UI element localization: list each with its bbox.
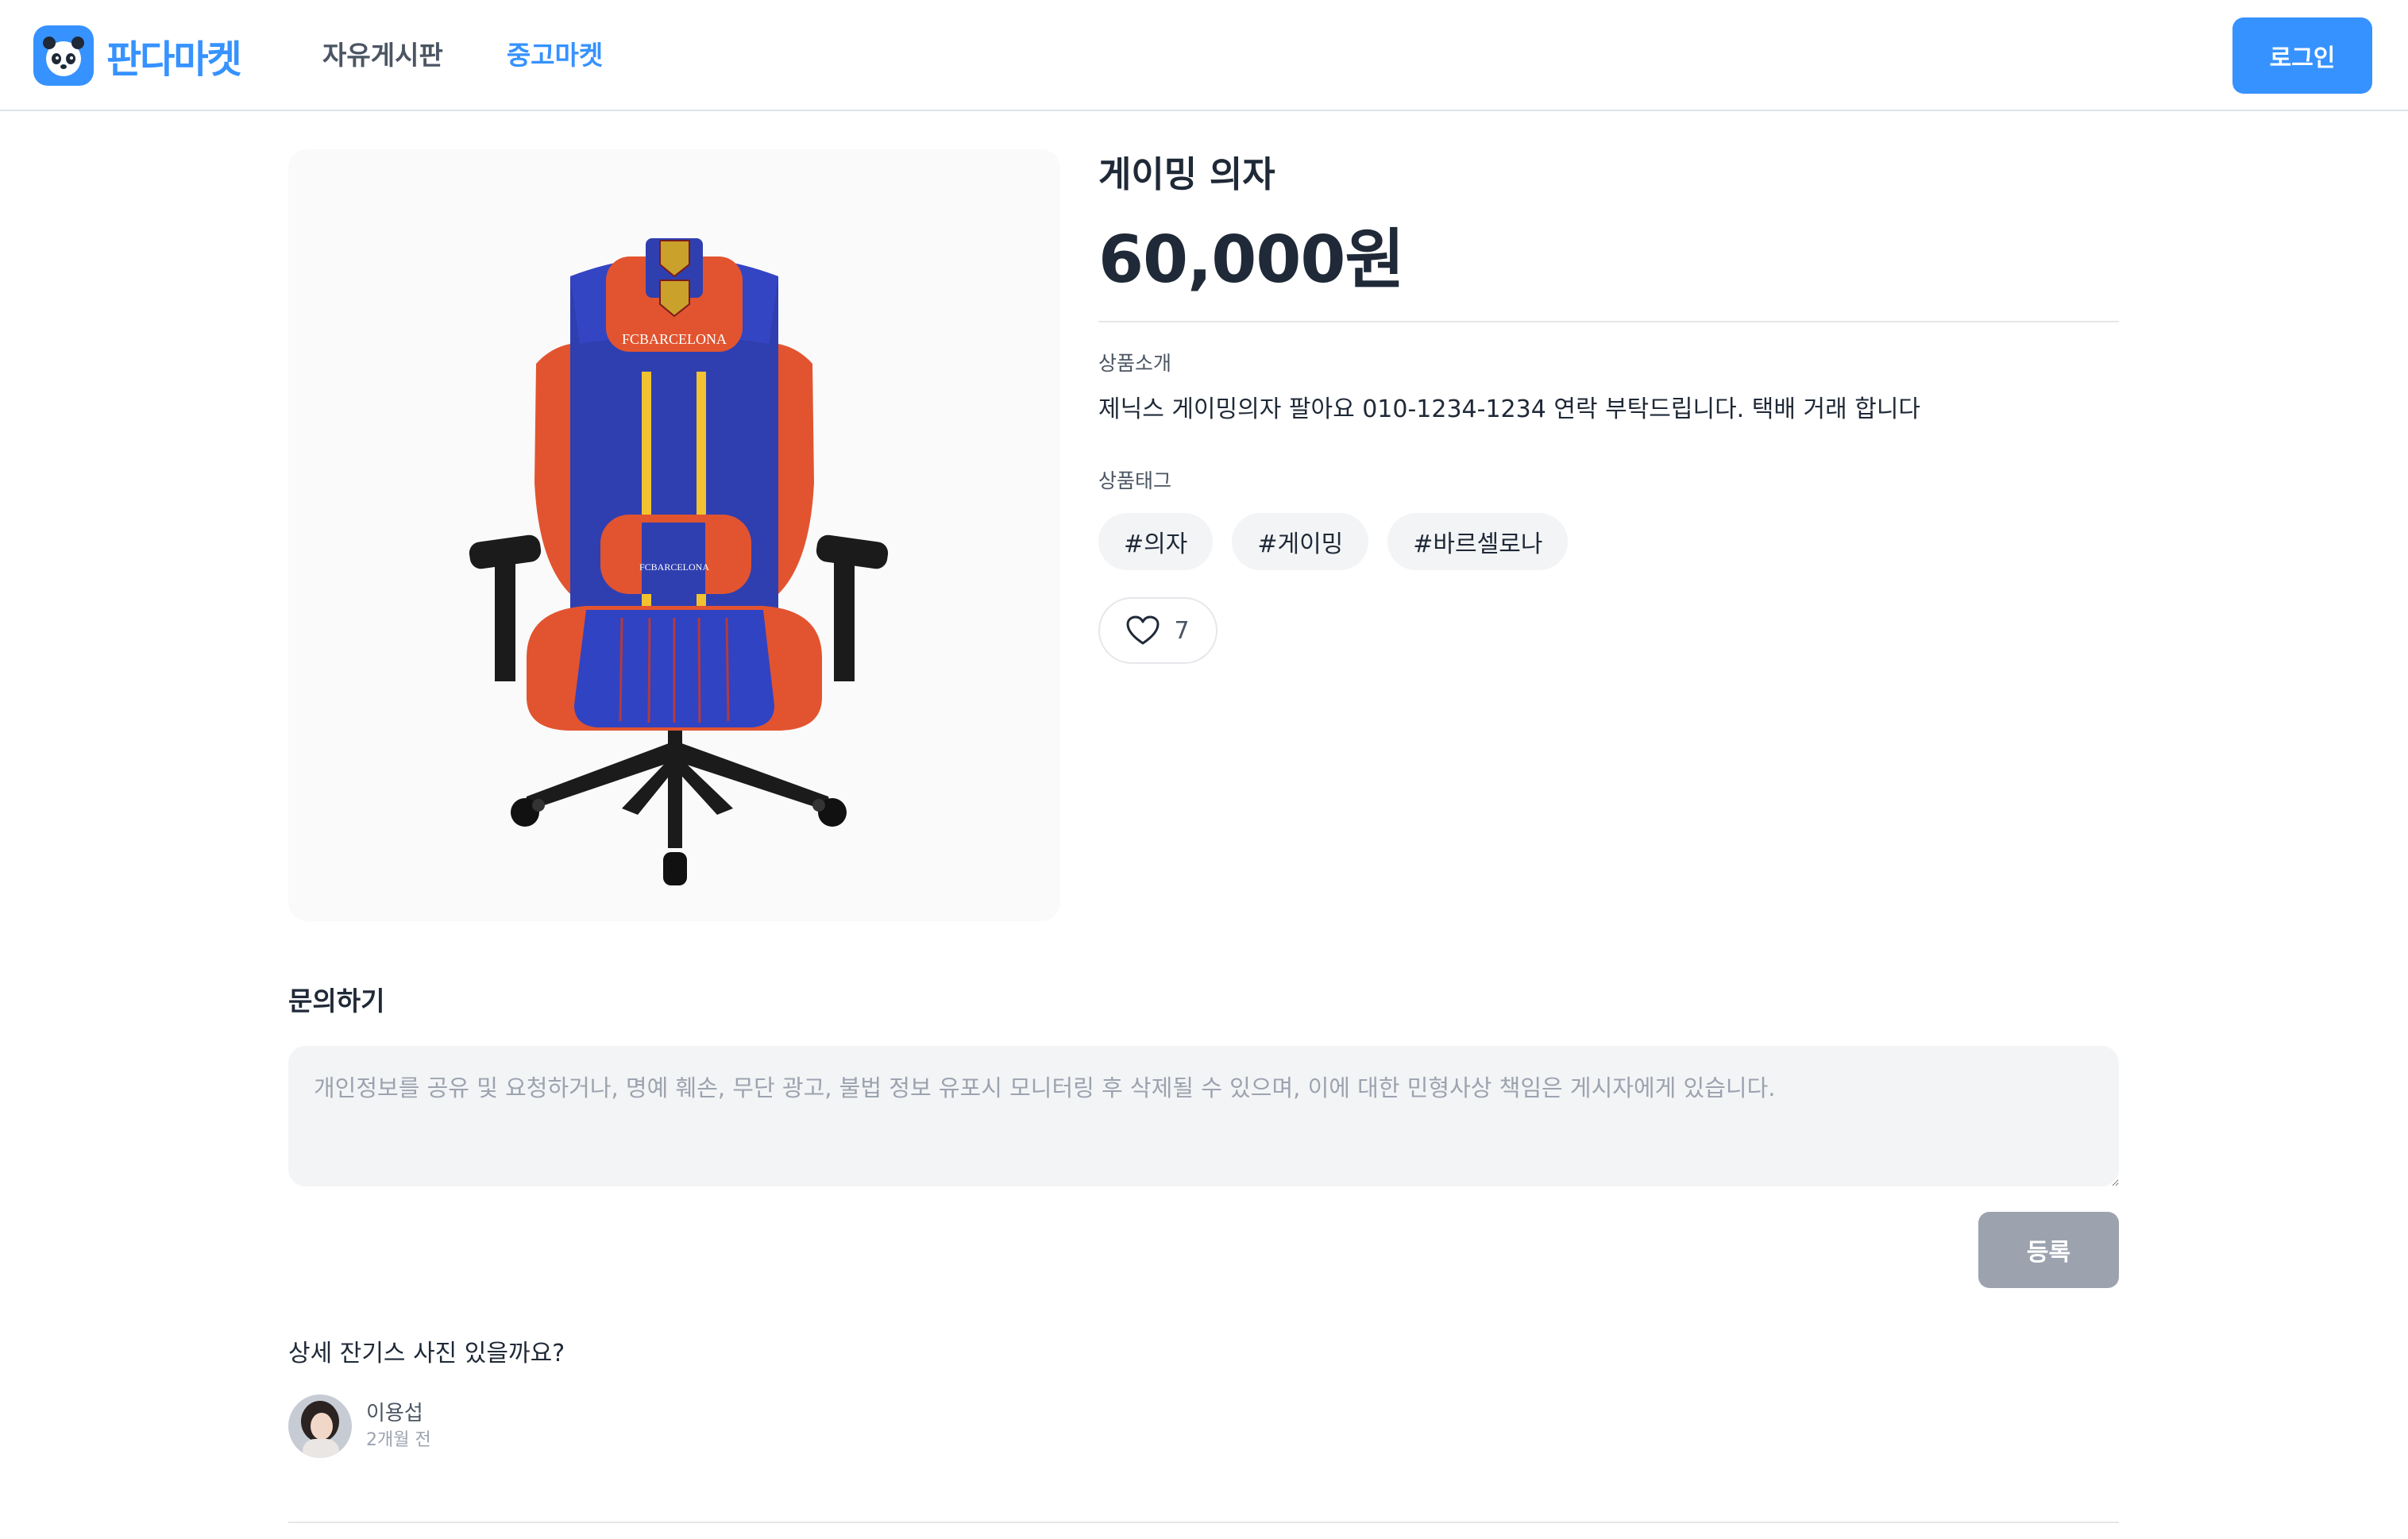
- product-title: 게이밍 의자: [1098, 153, 1275, 195]
- nav-free-board[interactable]: 자유게시판: [322, 32, 443, 79]
- divider: [1098, 321, 2119, 322]
- author-name: 이용섭: [366, 1402, 423, 1425]
- chair-lumbar-pillow: FCBARCELONA: [600, 515, 751, 594]
- author-meta: 이용섭 2개월 전: [366, 1399, 431, 1453]
- description-label: 상품소개: [1098, 352, 1172, 375]
- tag-chip: #바르셀로나: [1387, 513, 1569, 570]
- chair-seat: [527, 606, 822, 731]
- comment-time: 2개월 전: [366, 1430, 431, 1450]
- tags-label: 상품태그: [1098, 469, 1172, 492]
- main-nav: 자유게시판 중고마켓: [322, 32, 603, 79]
- heart-icon: [1126, 615, 1160, 645]
- product-image: FCBARCELONA FCBARCELONA: [288, 149, 1060, 921]
- favorite-count: 7: [1174, 616, 1190, 645]
- top-navigation-bar: 판다마켓 자유게시판 중고마켓 로그인: [0, 0, 2408, 111]
- comment-author: 이용섭 2개월 전: [288, 1394, 2119, 1458]
- chair-print-top: FCBARCELONA: [622, 331, 727, 347]
- panda-icon: [33, 25, 94, 86]
- tag-chip: #게이밍: [1232, 513, 1369, 570]
- login-button[interactable]: 로그인: [2232, 17, 2372, 94]
- favorite-button[interactable]: 7: [1098, 597, 1218, 664]
- divider: [288, 1522, 2119, 1523]
- nav-used-market[interactable]: 중고마켓: [507, 32, 603, 79]
- logo-text: 판다마켓: [106, 37, 242, 82]
- product-info: 게이밍 의자 60,000원 상품소개 제닉스 게이밍의자 팔아요 010-12…: [1098, 149, 2119, 664]
- product-price: 60,000원: [1098, 222, 1405, 298]
- inquiry-title: 문의하기: [288, 986, 385, 1016]
- tag-chip: #의자: [1098, 513, 1214, 570]
- tag-list: #의자 #게이밍 #바르셀로나: [1098, 513, 2119, 570]
- chair-print-pillow: FCBARCELONA: [639, 561, 709, 573]
- chair-base: [511, 729, 847, 885]
- comment-text: 상세 잔기스 사진 있을까요?: [288, 1340, 565, 1367]
- inquiry-input[interactable]: [288, 1046, 2119, 1186]
- product-description: 제닉스 게이밍의자 팔아요 010-1234-1234 연락 부탁드립니다. 택…: [1098, 395, 1921, 423]
- submit-inquiry-button[interactable]: 등록: [1978, 1212, 2119, 1288]
- avatar: [288, 1394, 352, 1458]
- gaming-chair-illustration: FCBARCELONA FCBARCELONA: [469, 238, 889, 885]
- logo[interactable]: 판다마켓: [33, 24, 242, 87]
- comment-item: 상세 잔기스 사진 있을까요? 이용섭 2개월 전: [288, 1334, 2119, 1458]
